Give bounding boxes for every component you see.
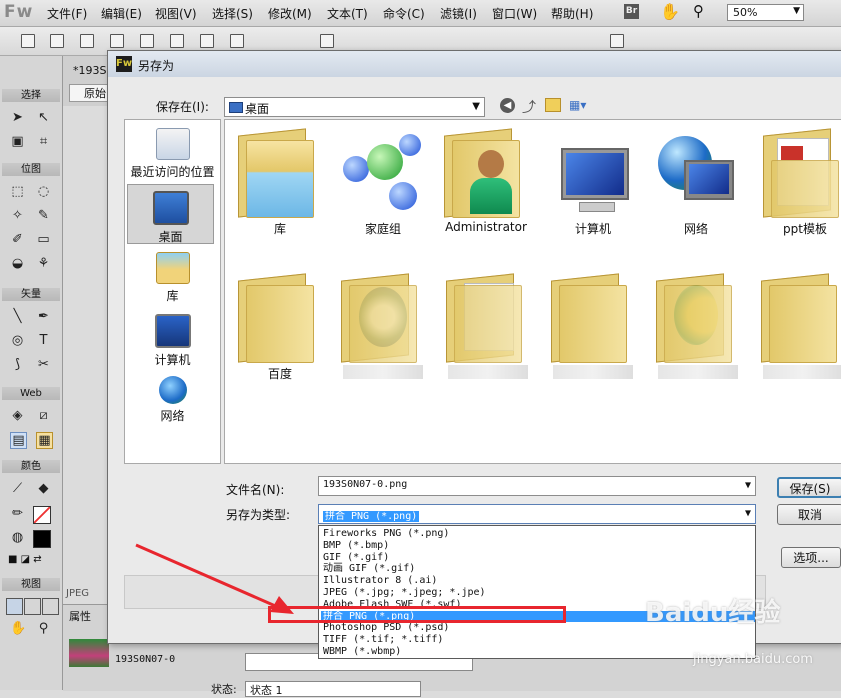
arrow-shaft (135, 543, 281, 610)
watermark-url: jingyan.baidu.com (693, 652, 813, 667)
red-arrow-annotation (135, 543, 294, 614)
watermark-logo: Baidu经验 (645, 598, 781, 628)
